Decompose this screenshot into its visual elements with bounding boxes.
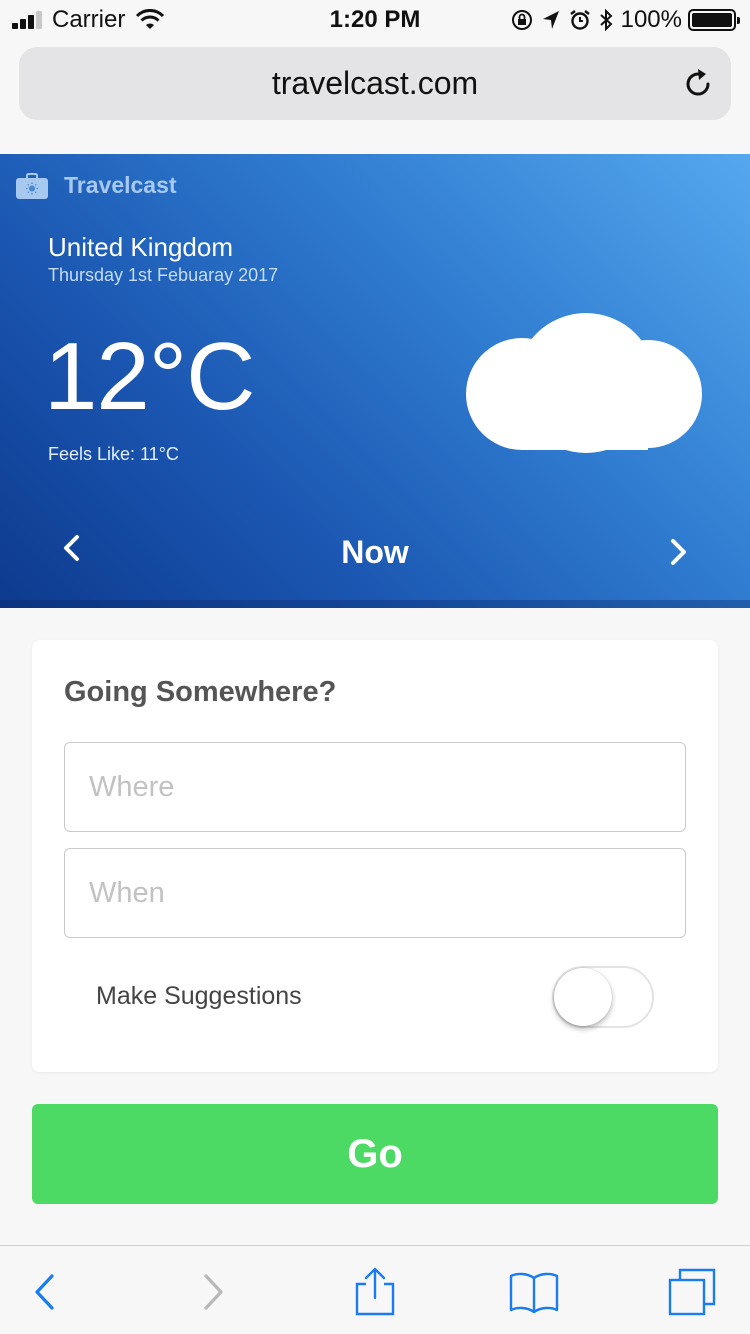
weather-hero: Travelcast United Kingdom Thursday 1st F…: [0, 154, 750, 608]
when-field[interactable]: [64, 848, 686, 938]
url-text[interactable]: travelcast.com: [19, 65, 731, 102]
forecast-date: Thursday 1st Febuaray 2017: [48, 265, 279, 285]
feels-like: Feels Like: 11°C: [48, 444, 179, 464]
reload-icon[interactable]: [681, 67, 715, 101]
bluetooth-icon: [599, 9, 613, 31]
brand-name: Travelcast: [64, 172, 177, 198]
share-icon[interactable]: [350, 1266, 400, 1318]
battery-percent: 100%: [620, 6, 682, 33]
battery-icon: [688, 9, 740, 31]
battery-level-fill: [692, 13, 732, 27]
cloud-icon: [466, 313, 702, 453]
status-bar: Carrier 1:20 PM 100%: [0, 0, 750, 40]
url-bar[interactable]: travelcast.com: [19, 47, 731, 120]
suggestions-toggle[interactable]: [552, 966, 654, 1028]
browser-toolbar: [0, 1245, 750, 1334]
when-input[interactable]: [65, 849, 685, 937]
card-title: Going Somewhere?: [64, 676, 337, 708]
brand: Travelcast: [16, 172, 177, 199]
trip-planner-card: Going Somewhere? Make Suggestions: [32, 640, 718, 1072]
hero-bottom-edge: [0, 600, 750, 608]
location-icon: [542, 11, 559, 29]
temperature: 12°C: [44, 323, 255, 430]
alarm-icon: [569, 10, 590, 30]
briefcase-sun-icon: [16, 172, 48, 199]
suggestions-label: Make Suggestions: [96, 982, 302, 1010]
where-input[interactable]: [65, 743, 685, 831]
status-bar-right: 100%: [503, 6, 740, 34]
bookmarks-icon[interactable]: [509, 1266, 559, 1318]
back-icon[interactable]: [24, 1266, 74, 1318]
next-period-button[interactable]: [664, 536, 692, 570]
orientation-lock-icon: [511, 10, 532, 30]
location-name: United Kingdom: [48, 232, 233, 262]
forward-icon[interactable]: [186, 1266, 236, 1318]
tabs-icon[interactable]: [668, 1266, 718, 1318]
go-button[interactable]: Go: [32, 1104, 718, 1204]
where-field[interactable]: [64, 742, 686, 832]
go-button-label: Go: [347, 1132, 403, 1176]
period-label: Now: [341, 534, 409, 570]
toggle-knob[interactable]: [554, 968, 612, 1026]
